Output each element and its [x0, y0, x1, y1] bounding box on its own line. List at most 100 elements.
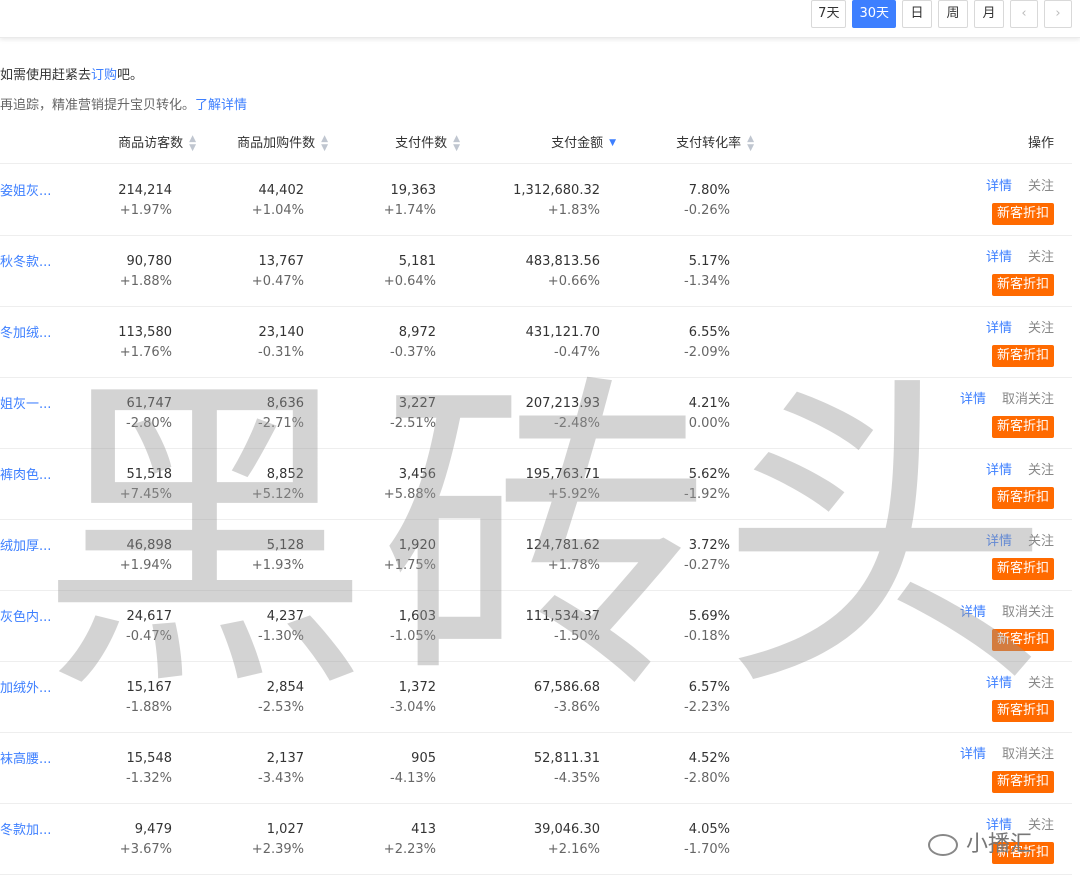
- detail-link[interactable]: 详情: [986, 463, 1012, 478]
- follow-link[interactable]: 关注: [1028, 676, 1054, 691]
- cell-conversion: 5.69% -0.18%: [684, 607, 730, 647]
- follow-link[interactable]: 取消关注: [1002, 392, 1054, 407]
- detail-link[interactable]: 详情: [986, 250, 1012, 265]
- cell-value: 6.57%: [688, 680, 730, 695]
- cell-change: +7.45%: [119, 487, 172, 502]
- new-customer-discount-button[interactable]: 新客折扣: [991, 416, 1054, 438]
- follow-link[interactable]: 关注: [1028, 250, 1054, 265]
- new-customer-discount-button[interactable]: 新客折扣: [991, 345, 1054, 367]
- cell-cart: 13,767 +0.47%: [252, 252, 304, 292]
- cell-pay-items: 413 +2.23%: [384, 820, 436, 860]
- header-cart[interactable]: 商品加购件数 ▲ ▼: [237, 128, 328, 164]
- cell-value: 9,479: [134, 822, 172, 837]
- header-pay-amount-label: 支付金额: [551, 136, 604, 151]
- row-actions: 详情 关注新客折扣: [986, 461, 1054, 509]
- cell-change: -4.35%: [554, 771, 600, 786]
- subscribe-notice-suffix: 吧。: [117, 68, 144, 83]
- cell-pay-items: 19,363 +1.74%: [384, 181, 436, 221]
- cell-value: 4.21%: [688, 396, 730, 411]
- cell-conversion: 5.17% -1.34%: [684, 252, 730, 292]
- cell-cart: 8,636 -2.71%: [258, 394, 304, 434]
- cell-pay-amount: 431,121.70 -0.47%: [526, 323, 600, 363]
- new-customer-discount-button[interactable]: 新客折扣: [991, 771, 1054, 793]
- chevron-right-icon[interactable]: ›: [1044, 0, 1072, 28]
- cell-pay-amount: 1,312,680.32 +1.83%: [513, 181, 600, 221]
- cell-value: 19,363: [390, 183, 437, 198]
- cell-change: -4.13%: [390, 771, 436, 786]
- row-action-links: 详情 关注: [986, 248, 1054, 268]
- cell-change: -2.51%: [390, 416, 436, 431]
- header-pay-items[interactable]: 支付件数 ▲ ▼: [395, 128, 460, 164]
- cell-pay-items: 1,603 -1.05%: [390, 607, 436, 647]
- cell-value: 24,617: [126, 609, 173, 624]
- subscribe-notice: 如需使用赶紧去订购吧。: [0, 64, 143, 83]
- detail-link[interactable]: 详情: [986, 179, 1012, 194]
- product-name-link[interactable]: 灰色内...: [0, 606, 51, 625]
- cell-value: 52,811.31: [533, 751, 600, 766]
- cell-value: 195,763.71: [525, 467, 600, 482]
- detail-link[interactable]: 详情: [986, 676, 1012, 691]
- cell-change: -1.70%: [684, 842, 730, 857]
- cell-visitors: 15,548 -1.32%: [126, 749, 172, 789]
- header-conversion[interactable]: 支付转化率 ▲ ▼: [676, 128, 754, 164]
- range-30days-button[interactable]: 30天: [852, 0, 896, 28]
- cell-change: -1.92%: [684, 487, 730, 502]
- follow-link[interactable]: 关注: [1028, 534, 1054, 549]
- product-name-link[interactable]: 姿姐灰...: [0, 180, 51, 199]
- table-row: 绒加厚... 46,898 +1.94% 5,128 +1.93% 1,920 +1.75%…: [0, 520, 1072, 591]
- cell-change: -2.48%: [554, 416, 600, 431]
- learn-more-link[interactable]: 了解详情: [195, 98, 247, 113]
- cell-pay-items: 8,972 -0.37%: [390, 323, 436, 363]
- cell-change: -0.47%: [554, 345, 600, 360]
- row-action-links: 详情 关注: [986, 532, 1054, 552]
- range-7days-button[interactable]: 7天: [811, 0, 847, 28]
- new-customer-discount-button[interactable]: 新客折扣: [991, 203, 1054, 225]
- subscribe-link[interactable]: 订购: [91, 68, 117, 83]
- cell-value: 111,534.37: [525, 609, 600, 624]
- table-row: 姿姐灰... 214,214 +1.97% 44,402 +1.04% 19,363 +1.…: [0, 165, 1072, 236]
- cell-value: 124,781.62: [525, 538, 600, 553]
- product-name-link[interactable]: 袜高腰...: [0, 748, 51, 767]
- follow-link[interactable]: 关注: [1028, 463, 1054, 478]
- header-pay-amount[interactable]: 支付金额 ▼: [551, 128, 616, 164]
- follow-link[interactable]: 取消关注: [1002, 605, 1054, 620]
- follow-link[interactable]: 取消关注: [1002, 747, 1054, 762]
- detail-link[interactable]: 详情: [960, 747, 986, 762]
- detail-link[interactable]: 详情: [986, 321, 1012, 336]
- range-month-button[interactable]: 月: [974, 0, 1004, 28]
- product-name-link[interactable]: 秋冬款...: [0, 251, 51, 270]
- range-day-button[interactable]: 日: [902, 0, 932, 28]
- cell-value: 39,046.30: [533, 822, 600, 837]
- new-customer-discount-button[interactable]: 新客折扣: [991, 274, 1054, 296]
- cell-value: 3.72%: [688, 538, 730, 553]
- cell-value: 44,402: [258, 183, 305, 198]
- product-name-link[interactable]: 冬加绒...: [0, 322, 51, 341]
- new-customer-discount-button[interactable]: 新客折扣: [991, 487, 1054, 509]
- cell-pay-amount: 483,813.56 +0.66%: [526, 252, 600, 292]
- product-name-link[interactable]: 裤肉色...: [0, 464, 51, 483]
- detail-link[interactable]: 详情: [960, 392, 986, 407]
- cell-pay-items: 905 -4.13%: [390, 749, 436, 789]
- product-name-link[interactable]: 绒加厚...: [0, 535, 51, 554]
- cell-value: 2,137: [266, 751, 304, 766]
- detail-link[interactable]: 详情: [986, 534, 1012, 549]
- new-customer-discount-button[interactable]: 新客折扣: [991, 629, 1054, 651]
- chevron-left-icon[interactable]: ‹: [1010, 0, 1038, 28]
- follow-link[interactable]: 关注: [1028, 179, 1054, 194]
- cell-change: +5.92%: [547, 487, 600, 502]
- cell-visitors: 24,617 -0.47%: [126, 607, 172, 647]
- cell-value: 431,121.70: [525, 325, 600, 340]
- row-actions: 详情 关注新客折扣: [986, 319, 1054, 367]
- header-visitors[interactable]: 商品访客数 ▲ ▼: [118, 128, 196, 164]
- cell-pay-amount: 124,781.62 +1.78%: [526, 536, 600, 576]
- product-name-link[interactable]: 加绒外...: [0, 677, 51, 696]
- follow-link[interactable]: 关注: [1028, 321, 1054, 336]
- cell-value: 413: [411, 822, 436, 837]
- cell-visitors: 51,518 +7.45%: [120, 465, 172, 505]
- product-name-link[interactable]: 冬款加...: [0, 819, 51, 838]
- detail-link[interactable]: 详情: [960, 605, 986, 620]
- range-week-button[interactable]: 周: [938, 0, 968, 28]
- new-customer-discount-button[interactable]: 新客折扣: [991, 700, 1054, 722]
- product-name-link[interactable]: 姐灰一...: [0, 393, 51, 412]
- new-customer-discount-button[interactable]: 新客折扣: [991, 558, 1054, 580]
